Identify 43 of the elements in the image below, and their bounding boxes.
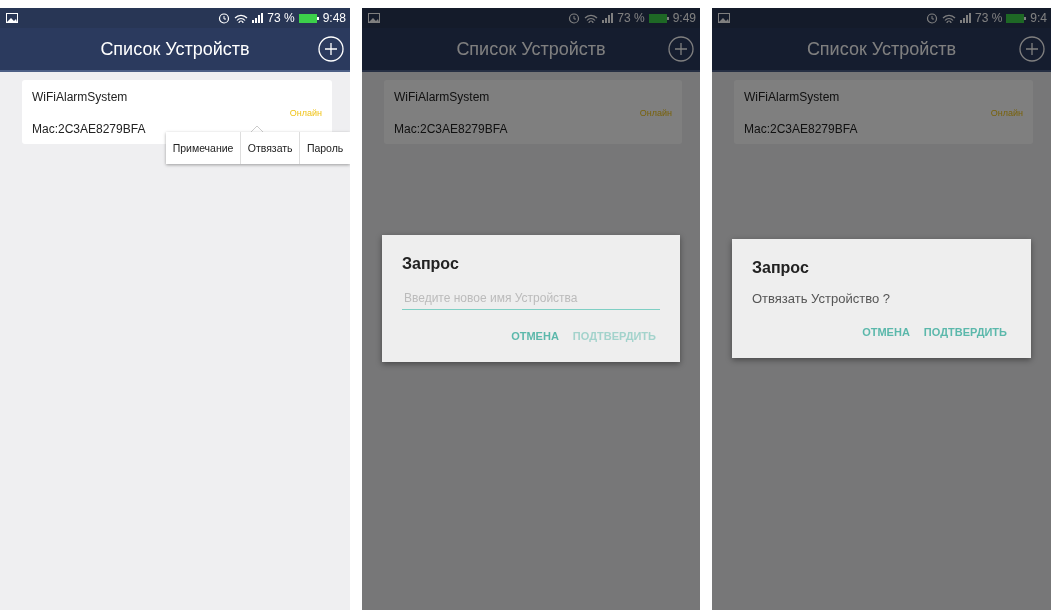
battery-percent: 73 % [267, 11, 295, 25]
battery-icon [1006, 13, 1027, 23]
wifi-icon [584, 12, 599, 24]
dialog-title: Запрос [402, 254, 460, 273]
device-status: Онлайн [289, 108, 322, 118]
dialog-message: Отвязать Устройство ? [752, 290, 891, 306]
device-name: WiFiAlarmSystem [394, 90, 490, 104]
wifi-icon [941, 12, 956, 24]
battery-percent: 73 % [974, 11, 1003, 25]
screen-title: Список Устройств [100, 38, 250, 60]
device-status: Онлайн [990, 108, 1023, 118]
device-card[interactable]: WiFiAlarmSystem Онлайн Mac:2C3AE8279BFA [734, 80, 1033, 144]
signal-icon [602, 13, 614, 23]
clock-time: 9:4 [1030, 11, 1047, 25]
image-icon [368, 13, 380, 23]
battery-icon [298, 13, 319, 23]
screen-title: Список Устройств [456, 38, 606, 60]
dialog-title: Запрос [752, 258, 810, 277]
image-icon [6, 13, 18, 23]
signal-icon [252, 13, 264, 23]
alarm-clock-icon [925, 12, 938, 24]
alarm-clock-icon [218, 12, 231, 24]
device-card[interactable]: WiFiAlarmSystem Онлайн Mac:2C3AE8279BFA [22, 80, 332, 144]
device-card[interactable]: WiFiAlarmSystem Онлайн Mac:2C3AE8279BFA [384, 80, 682, 144]
menu-item[interactable]: Пароль [299, 132, 350, 164]
clock-time: 9:49 [672, 11, 696, 25]
add-icon[interactable] [318, 36, 344, 62]
battery-icon [648, 13, 669, 23]
wifi-icon [234, 12, 249, 24]
battery-percent: 73 % [617, 11, 645, 25]
image-icon [718, 13, 730, 23]
device-name: WiFiAlarmSystem [744, 90, 840, 104]
menu-item[interactable]: Примечание [166, 132, 241, 164]
device-name: WiFiAlarmSystem [32, 90, 128, 104]
menu-item[interactable]: Отвязать [240, 132, 300, 164]
device-mac: Mac:2C3AE8279BFA [744, 122, 858, 136]
device-status: Онлайн [639, 108, 672, 118]
alarm-clock-icon [568, 12, 581, 24]
screen-title: Список Устройств [806, 38, 957, 60]
clock-time: 9:48 [322, 11, 346, 25]
signal-icon [959, 13, 971, 23]
device-mac: Mac:2C3AE8279BFA [32, 122, 146, 136]
device-mac: Mac:2C3AE8279BFA [394, 122, 508, 136]
